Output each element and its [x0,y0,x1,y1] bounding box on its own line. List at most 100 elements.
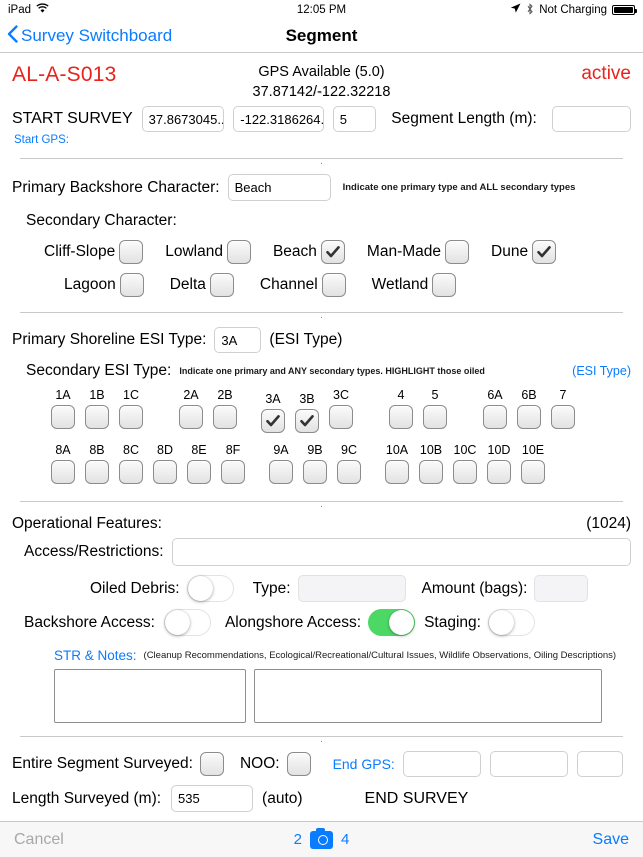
checkbox-channel[interactable] [321,273,346,297]
esi-cell-3b[interactable]: 3B [290,392,324,434]
end-gps-latitude-field[interactable] [402,751,481,777]
checkbox-cliff-slope[interactable] [119,240,144,264]
amount-bags-field[interactable] [534,575,589,602]
esi-cell-10e[interactable]: 10E [516,443,550,489]
primary-esi-link[interactable]: (ESI Type) [269,331,342,349]
checkbox-dune[interactable] [532,240,557,264]
esi-checkbox-8a[interactable] [51,460,75,484]
esi-cell-10c[interactable]: 10C [448,443,482,489]
checkbox-item-lagoon[interactable]: Lagoon [64,273,144,297]
checkbox-lowland[interactable] [226,240,251,264]
esi-checkbox-2a[interactable] [179,405,203,429]
esi-checkbox-1b[interactable] [85,405,109,429]
notes-right-field[interactable] [254,669,602,723]
esi-checkbox-1a[interactable] [51,405,75,429]
checkbox-man-made[interactable] [445,240,470,264]
checkbox-delta[interactable] [209,273,234,297]
esi-checkbox-8d[interactable] [153,460,177,484]
start-longitude-field[interactable]: -122.3186264... [233,106,324,132]
esi-checkbox-9a[interactable] [269,460,293,484]
esi-checkbox-2b[interactable] [213,405,237,429]
access-restrictions-field[interactable] [171,538,631,566]
entire-segment-surveyed-checkbox[interactable] [199,752,224,776]
esi-checkbox-3c[interactable] [329,405,353,429]
esi-checkbox-8e[interactable] [187,460,211,484]
checkbox-item-delta[interactable]: Delta [170,273,234,297]
esi-cell-8f[interactable]: 8F [216,443,250,489]
esi-checkbox-10d[interactable] [487,460,511,484]
start-latitude-field[interactable]: 37.8673045... [141,106,225,132]
esi-checkbox-7[interactable] [551,405,575,429]
esi-checkbox-6a[interactable] [483,405,507,429]
end-gps-label[interactable]: End GPS: [333,756,395,772]
esi-cell-10a[interactable]: 10A [380,443,414,489]
esi-checkbox-8f[interactable] [221,460,245,484]
esi-checkbox-10b[interactable] [419,460,443,484]
esi-checkbox-8c[interactable] [119,460,143,484]
esi-checkbox-9c[interactable] [337,460,361,484]
checkbox-lagoon[interactable] [119,273,144,297]
esi-checkbox-10c[interactable] [453,460,477,484]
notes-left-field[interactable] [54,669,246,723]
esi-cell-1a[interactable]: 1A [46,388,80,434]
esi-cell-7[interactable]: 7 [546,388,580,434]
oiled-debris-toggle[interactable] [186,575,234,602]
esi-cell-6b[interactable]: 6B [512,388,546,434]
type-field[interactable] [297,575,406,602]
esi-checkbox-3a[interactable] [261,409,285,433]
esi-cell-8c[interactable]: 8C [114,443,148,489]
esi-cell-3c[interactable]: 3C [324,388,358,434]
esi-cell-9a[interactable]: 9A [264,443,298,489]
primary-esi-field[interactable]: 3A [214,327,262,353]
esi-checkbox-8b[interactable] [85,460,109,484]
staging-toggle[interactable] [487,609,535,636]
checkbox-item-beach[interactable]: Beach [273,240,345,264]
esi-cell-8a[interactable]: 8A [46,443,80,489]
checkbox-wetland[interactable] [432,273,457,297]
alongshore-access-toggle[interactable] [368,609,416,636]
esi-cell-2a[interactable]: 2A [174,388,208,434]
esi-cell-3a[interactable]: 3A [256,392,290,434]
esi-checkbox-4[interactable] [389,405,413,429]
esi-cell-9c[interactable]: 9C [332,443,366,489]
checkbox-item-man-made[interactable]: Man-Made [367,240,470,264]
esi-cell-8b[interactable]: 8B [80,443,114,489]
esi-checkbox-5[interactable] [423,405,447,429]
checkbox-beach[interactable] [320,240,345,264]
checkbox-item-channel[interactable]: Channel [260,273,346,297]
start-accuracy-field[interactable]: 5 [332,106,377,132]
esi-cell-2b[interactable]: 2B [208,388,242,434]
checkbox-item-lowland[interactable]: Lowland [165,240,251,264]
start-survey-button[interactable]: START SURVEY [12,110,133,128]
esi-checkbox-3b[interactable] [295,409,319,433]
esi-cell-4[interactable]: 4 [384,388,418,434]
checkbox-item-cliff-slope[interactable]: Cliff-Slope [44,240,144,264]
checkbox-item-dune[interactable]: Dune [491,240,557,264]
checkbox-item-wetland[interactable]: Wetland [372,273,457,297]
esi-cell-8e[interactable]: 8E [182,443,216,489]
esi-cell-1b[interactable]: 1B [80,388,114,434]
esi-cell-1c[interactable]: 1C [114,388,148,434]
start-gps-button[interactable]: Start GPS: [14,134,631,146]
esi-checkbox-9b[interactable] [303,460,327,484]
noo-checkbox[interactable] [286,752,311,776]
esi-cell-8d[interactable]: 8D [148,443,182,489]
camera-icon[interactable] [310,827,333,849]
esi-cell-9b[interactable]: 9B [298,443,332,489]
end-gps-longitude-field[interactable] [489,751,568,777]
primary-backshore-field[interactable]: Beach [227,174,331,201]
end-survey-button[interactable]: END SURVEY [365,790,469,808]
backshore-access-toggle[interactable] [163,609,211,636]
esi-checkbox-1c[interactable] [119,405,143,429]
esi-checkbox-10a[interactable] [385,460,409,484]
str-notes-label[interactable]: STR & Notes: [54,648,137,663]
esi-checkbox-6b[interactable] [517,405,541,429]
length-surveyed-field[interactable]: 535 [171,785,254,812]
esi-checkbox-10e[interactable] [521,460,545,484]
segment-length-field[interactable] [551,106,631,132]
esi-cell-10d[interactable]: 10D [482,443,516,489]
esi-cell-5[interactable]: 5 [418,388,452,434]
esi-cell-6a[interactable]: 6A [478,388,512,434]
end-gps-accuracy-field[interactable] [576,751,623,777]
esi-cell-10b[interactable]: 10B [414,443,448,489]
